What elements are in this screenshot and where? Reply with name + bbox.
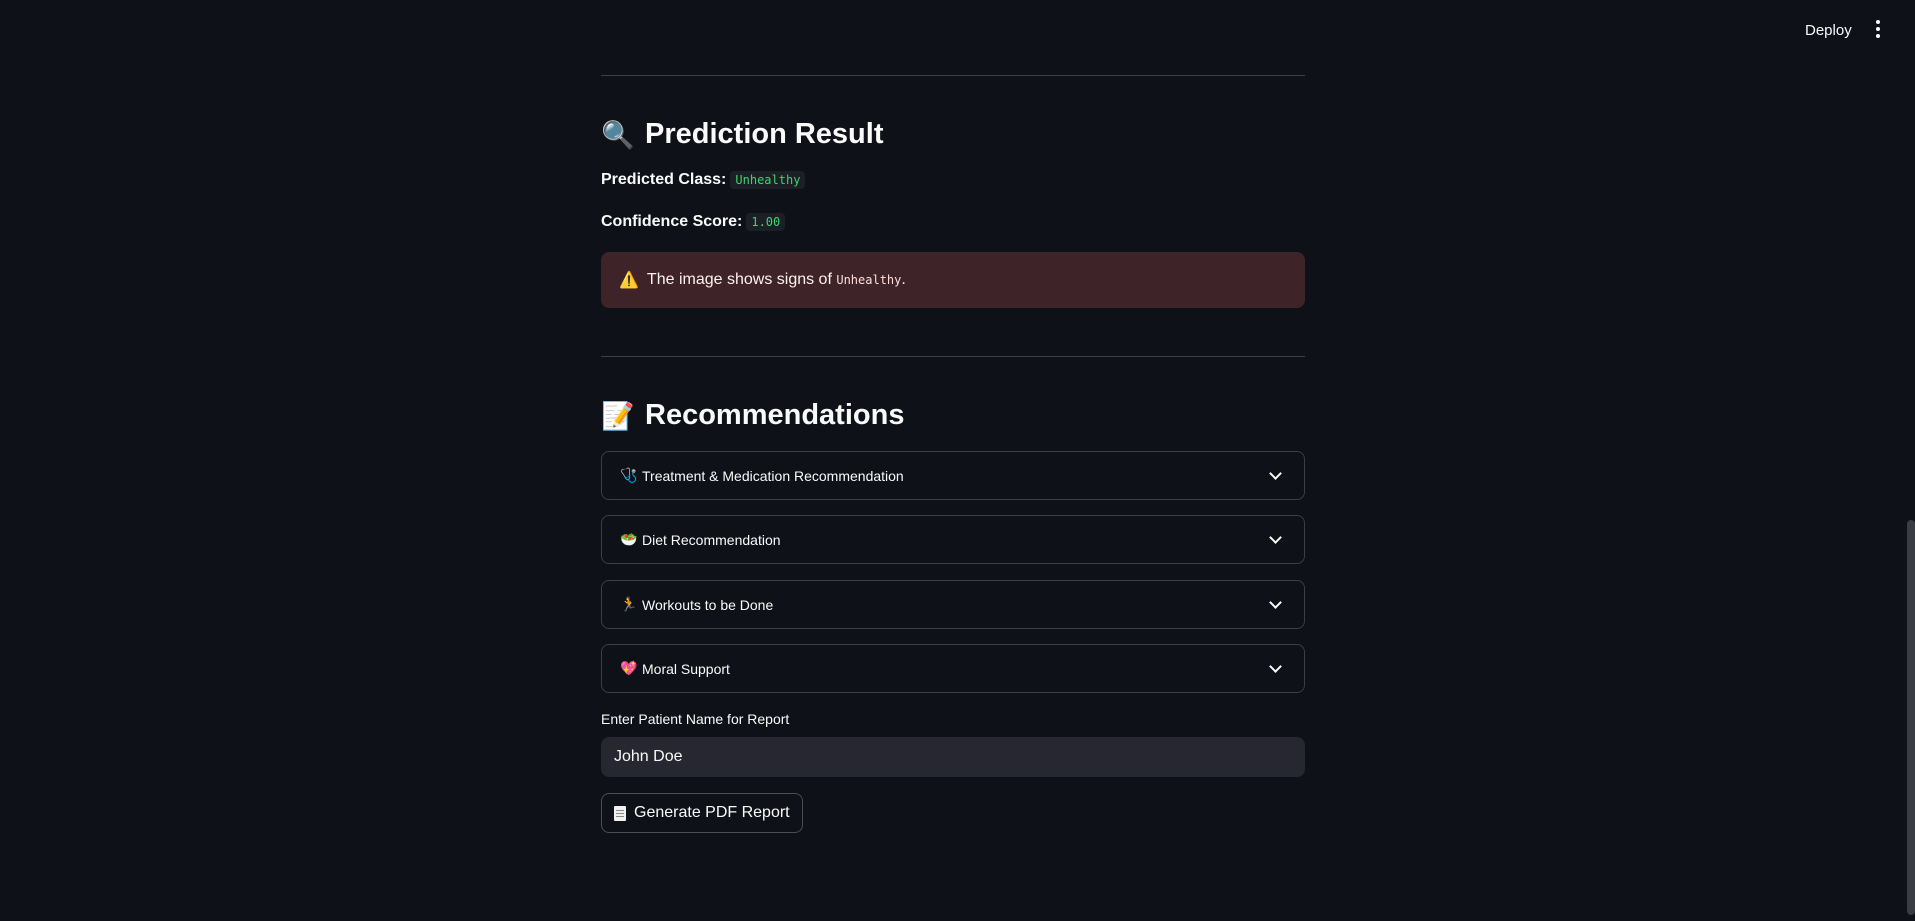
runner-icon: 🏃: [620, 596, 638, 612]
chevron-down-icon: [1269, 660, 1282, 673]
alert-class-value: Unhealthy: [836, 273, 902, 287]
confidence-score-value: 1.00: [746, 213, 786, 231]
button-label: Generate PDF Report: [634, 804, 790, 821]
document-icon: [614, 805, 626, 821]
expander-treatment[interactable]: 🩺 Treatment & Medication Recommendation: [601, 451, 1305, 500]
warning-alert: ⚠️ The image shows signs of Unhealthy.: [601, 252, 1305, 308]
divider: [601, 356, 1305, 357]
chevron-down-icon: [1269, 596, 1282, 609]
expander-label: Diet Recommendation: [642, 531, 781, 548]
recommendations-heading: 📝 Recommendations: [601, 399, 904, 432]
chevron-down-icon: [1269, 467, 1282, 480]
confidence-score-line: Confidence Score: 1.00: [601, 213, 786, 231]
patient-name-input[interactable]: [601, 737, 1305, 777]
stethoscope-icon: 🩺: [620, 467, 638, 483]
patient-name-label: Enter Patient Name for Report: [601, 711, 790, 727]
predicted-class-label: Predicted Class:: [601, 171, 727, 188]
heading-text: Prediction Result: [645, 118, 884, 150]
scrollbar[interactable]: [1907, 520, 1915, 915]
magnifier-icon: 🔍: [601, 119, 635, 150]
chevron-down-icon: [1269, 531, 1282, 544]
expander-workouts[interactable]: 🏃 Workouts to be Done: [601, 580, 1305, 629]
warning-icon: ⚠️: [619, 272, 639, 289]
deploy-button[interactable]: Deploy: [1797, 18, 1860, 43]
generate-pdf-button[interactable]: Generate PDF Report: [601, 793, 803, 833]
salad-icon: 🥗: [620, 531, 638, 547]
expander-moral-support[interactable]: 💖 Moral Support: [601, 644, 1305, 693]
heart-icon: 💖: [620, 660, 638, 676]
heading-text: Recommendations: [645, 399, 905, 431]
divider: [601, 75, 1305, 76]
memo-icon: 📝: [601, 400, 635, 431]
more-options-icon[interactable]: [1868, 18, 1888, 40]
expander-label: Moral Support: [642, 660, 730, 677]
predicted-class-value: Unhealthy: [730, 171, 806, 189]
app-header: Deploy: [0, 0, 1915, 58]
alert-text: The image shows signs of Unhealthy.: [646, 271, 906, 288]
confidence-score-label: Confidence Score:: [601, 213, 743, 230]
expander-label: Treatment & Medication Recommendation: [642, 467, 904, 484]
predicted-class-line: Predicted Class: Unhealthy: [601, 171, 806, 189]
expander-label: Workouts to be Done: [642, 596, 774, 613]
prediction-result-heading: 🔍 Prediction Result: [601, 118, 884, 151]
expander-diet[interactable]: 🥗 Diet Recommendation: [601, 515, 1305, 564]
